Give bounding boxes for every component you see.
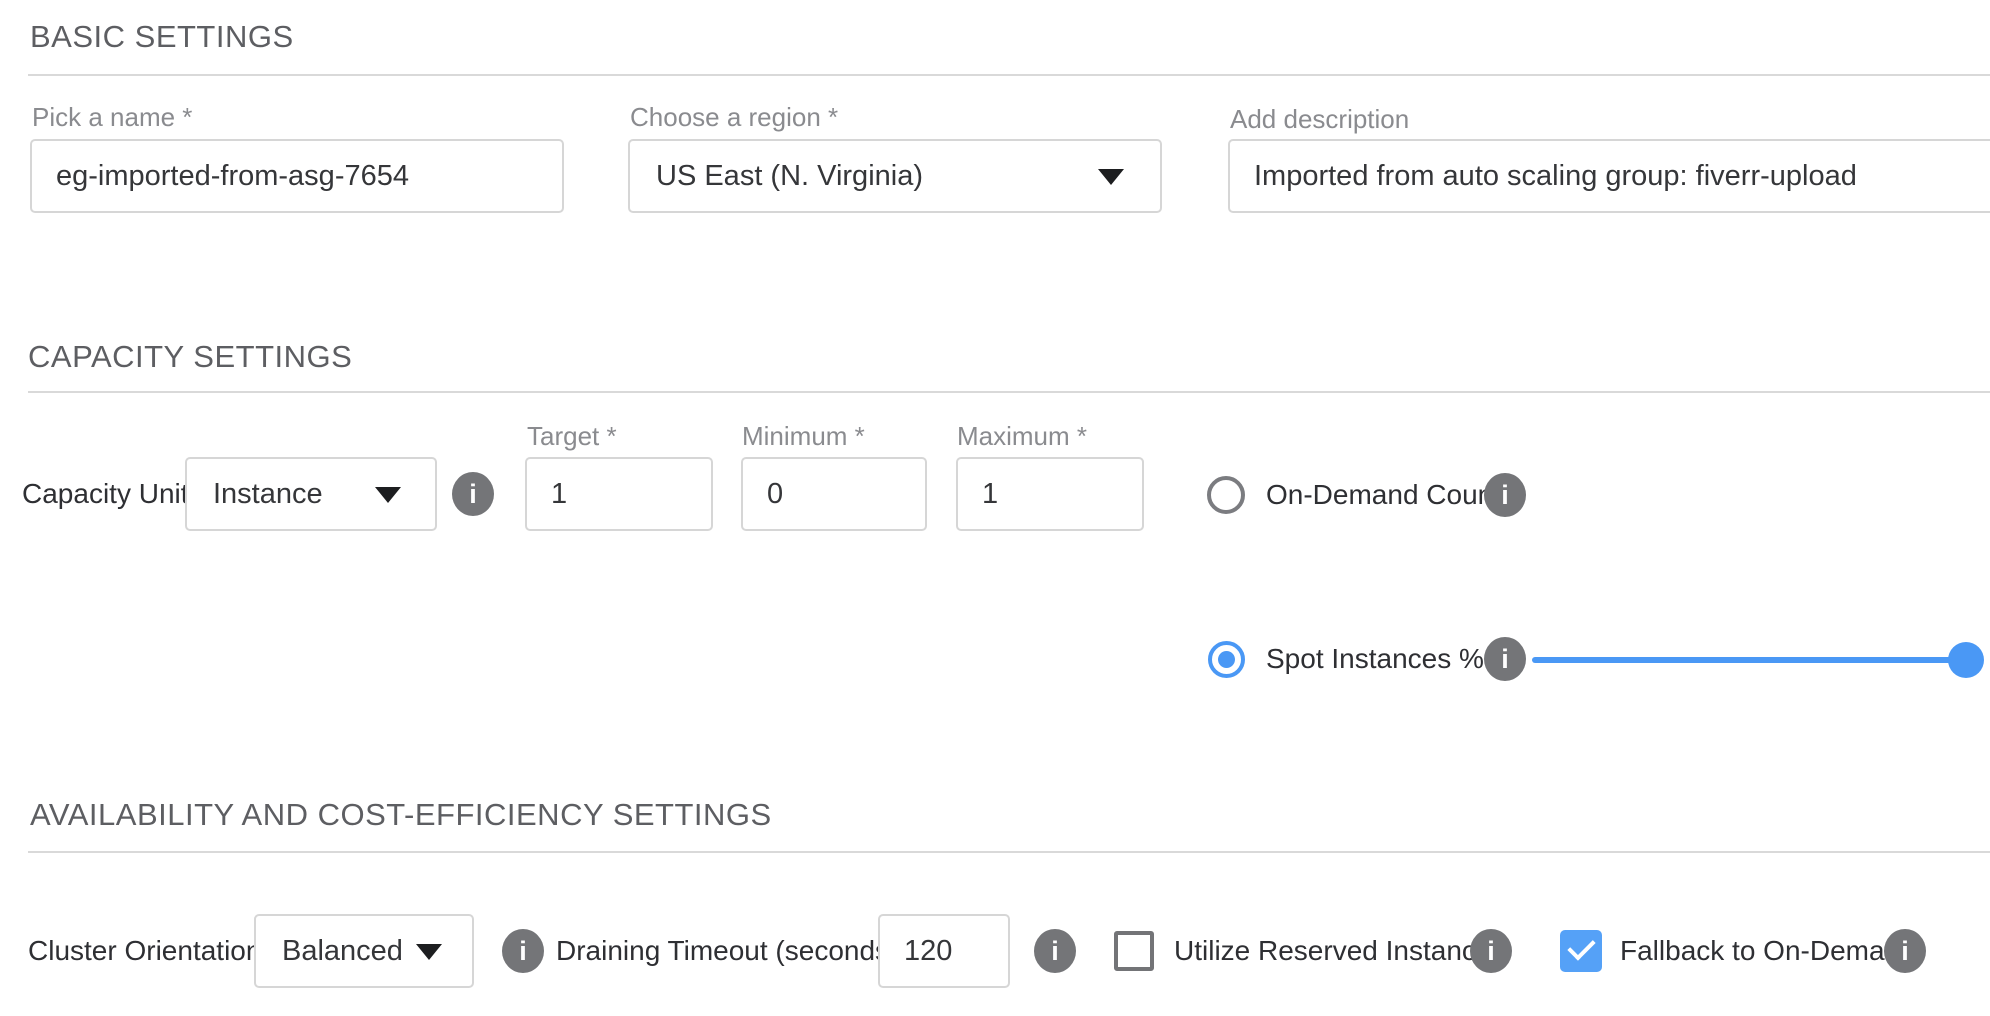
cluster-orientation-label: Cluster Orientation	[28, 934, 261, 968]
target-input[interactable]	[525, 457, 713, 531]
basic-settings-title: BASIC SETTINGS	[30, 18, 294, 56]
capacity-unit-info-icon[interactable]	[452, 472, 494, 516]
spot-instances-label: Spot Instances %	[1266, 642, 1484, 676]
spot-instances-info-icon[interactable]	[1484, 637, 1526, 681]
cluster-orientation-info-icon[interactable]	[502, 929, 544, 973]
description-input[interactable]	[1228, 139, 1990, 213]
minimum-label: Minimum *	[742, 421, 865, 451]
description-label: Add description	[1230, 104, 1409, 134]
on-demand-count-label: On-Demand Count	[1266, 478, 1501, 512]
on-demand-count-radio[interactable]	[1207, 476, 1245, 514]
utilize-reserved-instances-checkbox[interactable]	[1114, 931, 1154, 971]
fallback-to-on-demand-info-icon[interactable]	[1884, 929, 1926, 973]
draining-timeout-info-icon[interactable]	[1034, 929, 1076, 973]
draining-timeout-input[interactable]	[878, 914, 1010, 988]
chevron-down-icon	[375, 487, 401, 503]
utilize-reserved-instances-info-icon[interactable]	[1470, 929, 1512, 973]
name-input[interactable]	[30, 139, 564, 213]
spot-percentage-slider-track[interactable]	[1532, 657, 1976, 663]
elastigroup-settings-form: BASIC SETTINGS Pick a name * Choose a re…	[0, 0, 1990, 1016]
cluster-orientation-select[interactable]: Balanced	[254, 914, 474, 988]
region-label: Choose a region *	[630, 102, 838, 132]
maximum-label: Maximum *	[957, 421, 1087, 451]
target-label: Target *	[527, 421, 617, 451]
capacity-settings-divider	[28, 391, 1990, 393]
region-select-value: US East (N. Virginia)	[656, 160, 923, 193]
utilize-reserved-instances-label: Utilize Reserved Instances	[1174, 934, 1505, 968]
minimum-input[interactable]	[741, 457, 927, 531]
chevron-down-icon	[1098, 169, 1124, 185]
maximum-input[interactable]	[956, 457, 1144, 531]
cluster-orientation-select-value: Balanced	[282, 935, 403, 968]
chevron-down-icon	[416, 944, 442, 960]
availability-settings-divider	[28, 851, 1990, 853]
capacity-settings-title: CAPACITY SETTINGS	[28, 338, 352, 376]
on-demand-count-info-icon[interactable]	[1484, 473, 1526, 517]
capacity-unit-select[interactable]: Instance	[185, 457, 437, 531]
fallback-to-on-demand-label: Fallback to On-Demand	[1620, 934, 1916, 968]
region-select[interactable]: US East (N. Virginia)	[628, 139, 1162, 213]
fallback-to-on-demand-checkbox[interactable]	[1560, 930, 1602, 972]
availability-settings-title: AVAILABILITY AND COST-EFFICIENCY SETTING…	[30, 796, 772, 834]
capacity-unit-select-value: Instance	[213, 478, 323, 511]
spot-instances-radio[interactable]	[1208, 641, 1245, 678]
capacity-unit-label: Capacity Unit	[22, 477, 189, 511]
spot-percentage-slider-thumb[interactable]	[1948, 642, 1984, 678]
name-label: Pick a name *	[32, 102, 192, 132]
basic-settings-divider	[28, 74, 1990, 76]
draining-timeout-label: Draining Timeout (seconds)	[556, 934, 898, 968]
